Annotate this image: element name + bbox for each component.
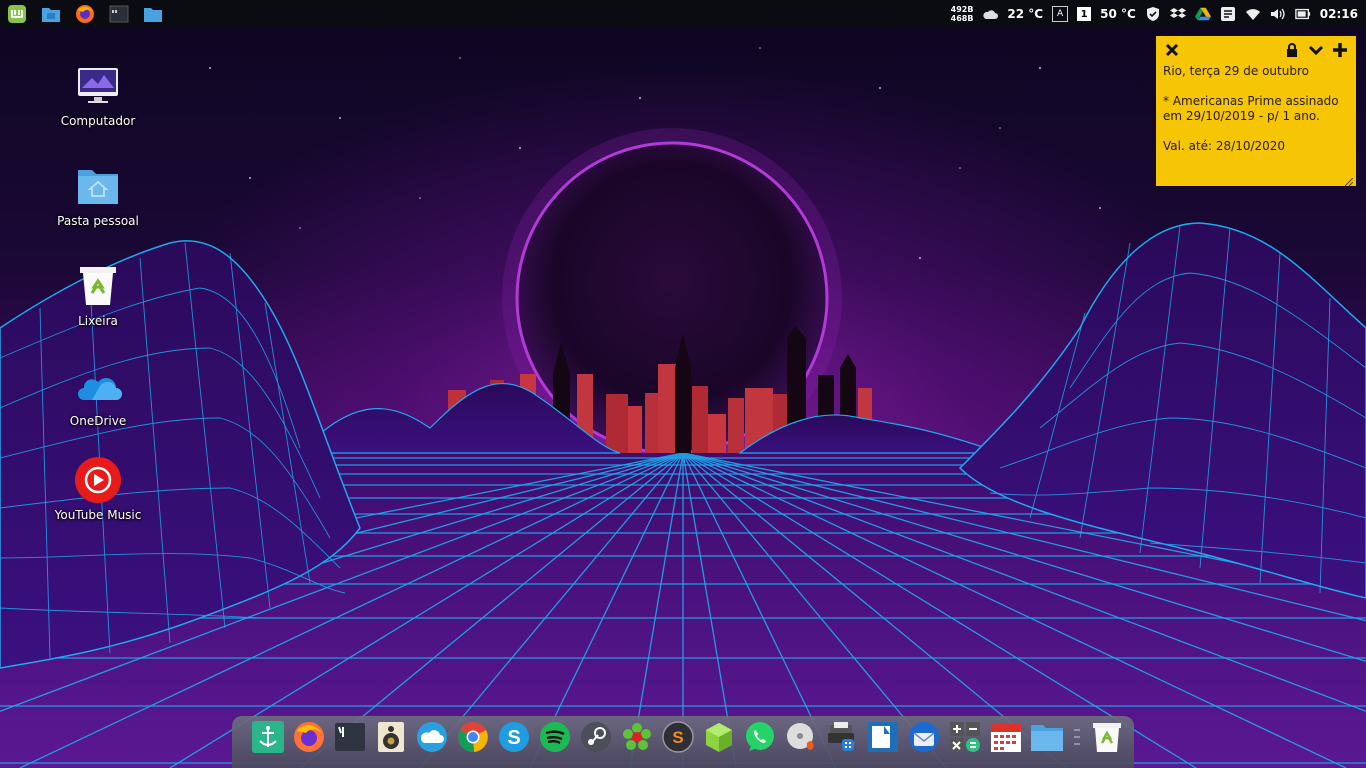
google-drive-icon[interactable] xyxy=(1194,6,1211,22)
desktop-icon-label: Pasta pessoal xyxy=(57,214,139,228)
dock-item-printer[interactable] xyxy=(824,718,860,756)
terminal-icon xyxy=(335,723,365,751)
files-icon[interactable] xyxy=(40,4,62,24)
dock-item-calendar[interactable] xyxy=(988,718,1024,756)
note-line: * Americanas Prime assinado xyxy=(1163,94,1339,108)
top-panel: 492B 468B 22 °C A 1 50 °C 02:16 xyxy=(0,0,1366,28)
calculator-icon xyxy=(950,722,980,752)
folder-icon[interactable] xyxy=(142,4,164,24)
shield-icon[interactable] xyxy=(1145,6,1161,22)
volume-icon[interactable] xyxy=(1270,6,1286,22)
trash-icon xyxy=(1093,723,1121,752)
calendar-icon xyxy=(991,724,1021,752)
onedrive-icon xyxy=(74,362,122,410)
resize-handle-icon[interactable] xyxy=(1344,175,1354,187)
dock-item-panel[interactable] xyxy=(865,718,901,756)
svg-text:S: S xyxy=(507,727,520,749)
desktop-icon-label: YouTube Music xyxy=(54,508,142,522)
desktop-icon-label: OneDrive xyxy=(69,414,127,428)
speaker-icon xyxy=(378,722,404,752)
net-up-value: 468B xyxy=(950,14,974,23)
clock[interactable]: 02:16 xyxy=(1320,7,1358,21)
dock-item-cloud[interactable] xyxy=(414,718,450,756)
dock-item-folder[interactable] xyxy=(1029,718,1065,756)
terminal-icon[interactable] xyxy=(108,4,130,24)
dock-item-thunderbird[interactable] xyxy=(906,718,942,756)
dock-item-skype[interactable]: S xyxy=(496,718,532,756)
firefox-icon xyxy=(294,722,324,752)
firefox-icon[interactable] xyxy=(74,4,96,24)
desktop-icon-computer[interactable]: Computador xyxy=(43,62,153,128)
lock-icon[interactable] xyxy=(1283,42,1301,58)
folder-icon xyxy=(1031,725,1063,751)
dock-item-trash[interactable] xyxy=(1089,718,1125,756)
s-app-icon: S xyxy=(662,721,694,753)
chrome-icon xyxy=(458,722,488,753)
dock-item-speaker[interactable] xyxy=(373,718,409,756)
note-content[interactable]: Rio, terça 29 de outubro * Americanas Pr… xyxy=(1163,64,1349,154)
chevron-down-icon[interactable] xyxy=(1307,42,1325,58)
svg-text:S: S xyxy=(672,728,683,747)
add-icon[interactable] xyxy=(1331,42,1349,58)
system-tray: 492B 468B 22 °C A 1 50 °C 02:16 xyxy=(951,0,1366,28)
dock-item-whatsapp[interactable] xyxy=(742,718,778,756)
dropbox-icon[interactable] xyxy=(1169,6,1186,22)
skype-icon: S xyxy=(499,722,529,752)
dock-item-chrome[interactable] xyxy=(455,718,491,756)
battery-icon[interactable] xyxy=(1295,6,1311,22)
dock-item-anchor[interactable] xyxy=(250,718,286,756)
steam-icon xyxy=(581,722,611,752)
weather-icon[interactable] xyxy=(982,6,999,22)
dock-item-calculator[interactable] xyxy=(947,718,983,756)
spotify-icon xyxy=(540,722,570,752)
note-line: Rio, terça 29 de outubro xyxy=(1163,64,1309,78)
youtube-music-icon xyxy=(74,456,122,504)
panel-icon xyxy=(868,722,898,752)
dock-item-flower[interactable] xyxy=(619,718,655,756)
computer-icon xyxy=(74,62,122,110)
anchor-icon xyxy=(252,721,284,753)
cpu-temperature[interactable]: 50 °C xyxy=(1100,7,1136,21)
mint-menu-icon[interactable] xyxy=(6,4,28,24)
note-line: Val. até: 28/10/2020 xyxy=(1163,139,1286,153)
desktop-icon-onedrive[interactable]: OneDrive xyxy=(43,362,153,428)
dock-item-spotify[interactable] xyxy=(537,718,573,756)
dock-item-terminal[interactable] xyxy=(332,718,368,756)
dock-item-cube[interactable] xyxy=(701,718,737,756)
dock-item-steam[interactable] xyxy=(578,718,614,756)
dock-item-s-app[interactable]: S xyxy=(660,718,696,756)
weather-temperature[interactable]: 22 °C xyxy=(1007,7,1043,21)
close-icon[interactable] xyxy=(1163,42,1181,58)
separator-icon xyxy=(1074,729,1080,745)
sticky-note[interactable]: Rio, terça 29 de outubro * Americanas Pr… xyxy=(1156,36,1356,187)
home-folder-icon xyxy=(74,162,122,210)
desktop-icon-label: Lixeira xyxy=(78,314,118,328)
wifi-icon[interactable] xyxy=(1245,6,1261,22)
notes-icon[interactable] xyxy=(1220,6,1236,22)
dock-item-firefox[interactable] xyxy=(291,718,327,756)
cloud-icon xyxy=(417,722,447,752)
flower-icon xyxy=(623,723,651,750)
thunderbird-icon xyxy=(909,722,939,752)
network-speed: 492B 468B xyxy=(951,5,974,23)
desktop-icon-home-folder[interactable]: Pasta pessoal xyxy=(43,162,153,228)
cube-icon xyxy=(706,723,732,752)
trash-icon xyxy=(74,262,122,310)
disc-burner-icon xyxy=(787,723,814,750)
dock-item-disc-burner[interactable] xyxy=(783,718,819,756)
whatsapp-icon xyxy=(746,722,774,751)
dock-items: S S xyxy=(250,718,1125,756)
note-toolbar xyxy=(1163,42,1349,58)
dock-separator xyxy=(1070,718,1084,756)
desktop-icon-trash[interactable]: Lixeira xyxy=(43,262,153,328)
desktop-icon-label: Computador xyxy=(60,114,136,128)
keyboard-layout-indicator[interactable]: A xyxy=(1052,6,1069,22)
desktop-icon-youtube-music[interactable]: YouTube Music xyxy=(43,456,153,522)
net-down-value: 492B xyxy=(950,5,974,14)
workspace-indicator[interactable]: 1 xyxy=(1077,7,1092,21)
note-line: em 29/10/2019 - p/ 1 ano. xyxy=(1163,109,1320,123)
panel-launchers xyxy=(0,0,164,28)
printer-icon xyxy=(828,722,854,751)
